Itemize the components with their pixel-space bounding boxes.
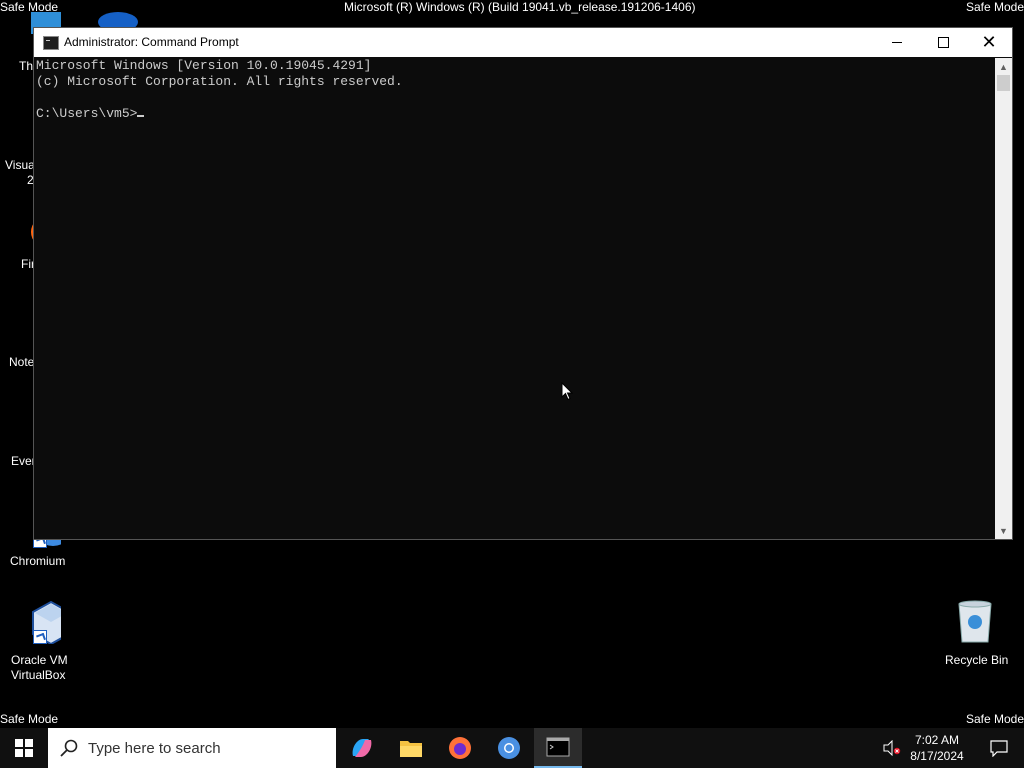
minimize-button[interactable] [874, 28, 920, 57]
window-title: Administrator: Command Prompt [64, 35, 239, 49]
safe-mode-label-bottom-right: Safe Mode [965, 712, 1024, 726]
desktop-icon-recycle-bin[interactable]: Recycle Bin [936, 600, 1014, 667]
scroll-up-icon[interactable]: ▲ [995, 58, 1012, 75]
shortcut-arrow-icon [33, 630, 47, 644]
taskbar-firefox-button[interactable] [436, 728, 484, 768]
taskbar-file-explorer-button[interactable] [387, 728, 435, 768]
virtualbox-icon [17, 600, 70, 646]
taskbar-chromium-button[interactable] [485, 728, 533, 768]
chromium-icon [498, 737, 520, 759]
copilot-icon [352, 739, 372, 757]
console-prompt: C:\Users\vm5> [36, 106, 138, 121]
search-placeholder: Type here to search [88, 739, 221, 757]
close-button[interactable]: ✕ [966, 28, 1012, 57]
folder-icon [400, 741, 422, 757]
close-icon: ✕ [981, 31, 997, 53]
maximize-icon [937, 37, 949, 48]
command-prompt-icon [43, 36, 59, 50]
clock-date: 8/17/2024 [910, 749, 964, 763]
window-titlebar[interactable]: Administrator: Command Prompt ✕ [34, 28, 1012, 57]
mouse-pointer-icon [561, 382, 573, 401]
console-output[interactable]: Microsoft Windows [Version 10.0.19045.42… [34, 58, 995, 539]
console-line: Microsoft Windows [Version 10.0.19045.42… [36, 58, 372, 73]
start-button[interactable] [0, 728, 48, 768]
onedrive-icon[interactable] [96, 8, 140, 32]
desktop-icon-label: Th [19, 59, 34, 73]
action-center-button[interactable] [984, 728, 1014, 768]
desktop-icon-label: Note [9, 355, 35, 369]
vertical-scrollbar[interactable]: ▲ ▼ [995, 58, 1012, 539]
text-cursor [137, 115, 145, 117]
clock-time: 7:02 AM [914, 733, 960, 747]
safe-mode-label-top-right: Safe Mode [965, 0, 1024, 14]
desktop-icon-label: Oracle VM [11, 653, 68, 667]
scrollbar-thumb[interactable] [997, 75, 1010, 91]
desktop-icon-label: VirtualBox [11, 668, 66, 682]
command-prompt-icon [546, 737, 570, 757]
taskbar: Type here to search 7:02 AM 8/17/2024 [0, 728, 1024, 768]
windows-build-string: Microsoft (R) Windows (R) (Build 19041.v… [344, 0, 696, 14]
console-line: (c) Microsoft Corporation. All rights re… [36, 74, 403, 89]
windows-logo-icon [15, 739, 33, 757]
desktop-icon-label: Visua [5, 158, 35, 172]
desktop-icon-label: Recycle Bin [945, 653, 1009, 667]
taskbar-copilot-button[interactable] [338, 728, 386, 768]
console-prompt-line: C:\Users\vm5> [36, 106, 993, 122]
desktop-icon-virtualbox[interactable]: Oracle VM VirtualBox [0, 600, 78, 682]
taskbar-clock[interactable]: 7:02 AM 8/17/2024 [896, 728, 978, 768]
command-prompt-window[interactable]: Administrator: Command Prompt ✕ Microsof… [33, 27, 1013, 540]
minimize-icon [892, 42, 902, 43]
maximize-button[interactable] [920, 28, 966, 57]
taskbar-command-prompt-button[interactable] [534, 728, 582, 768]
desktop-icon-label: Ever [11, 454, 36, 468]
recycle-bin-icon [953, 600, 997, 644]
desktop-icon-label: Chromium [10, 554, 66, 568]
firefox-icon [449, 737, 471, 759]
search-icon [60, 739, 78, 757]
safe-mode-label-bottom-left: Safe Mode [0, 712, 59, 726]
scroll-down-icon[interactable]: ▼ [995, 522, 1012, 539]
taskbar-search-box[interactable]: Type here to search [48, 728, 336, 768]
notification-icon [990, 740, 1008, 757]
